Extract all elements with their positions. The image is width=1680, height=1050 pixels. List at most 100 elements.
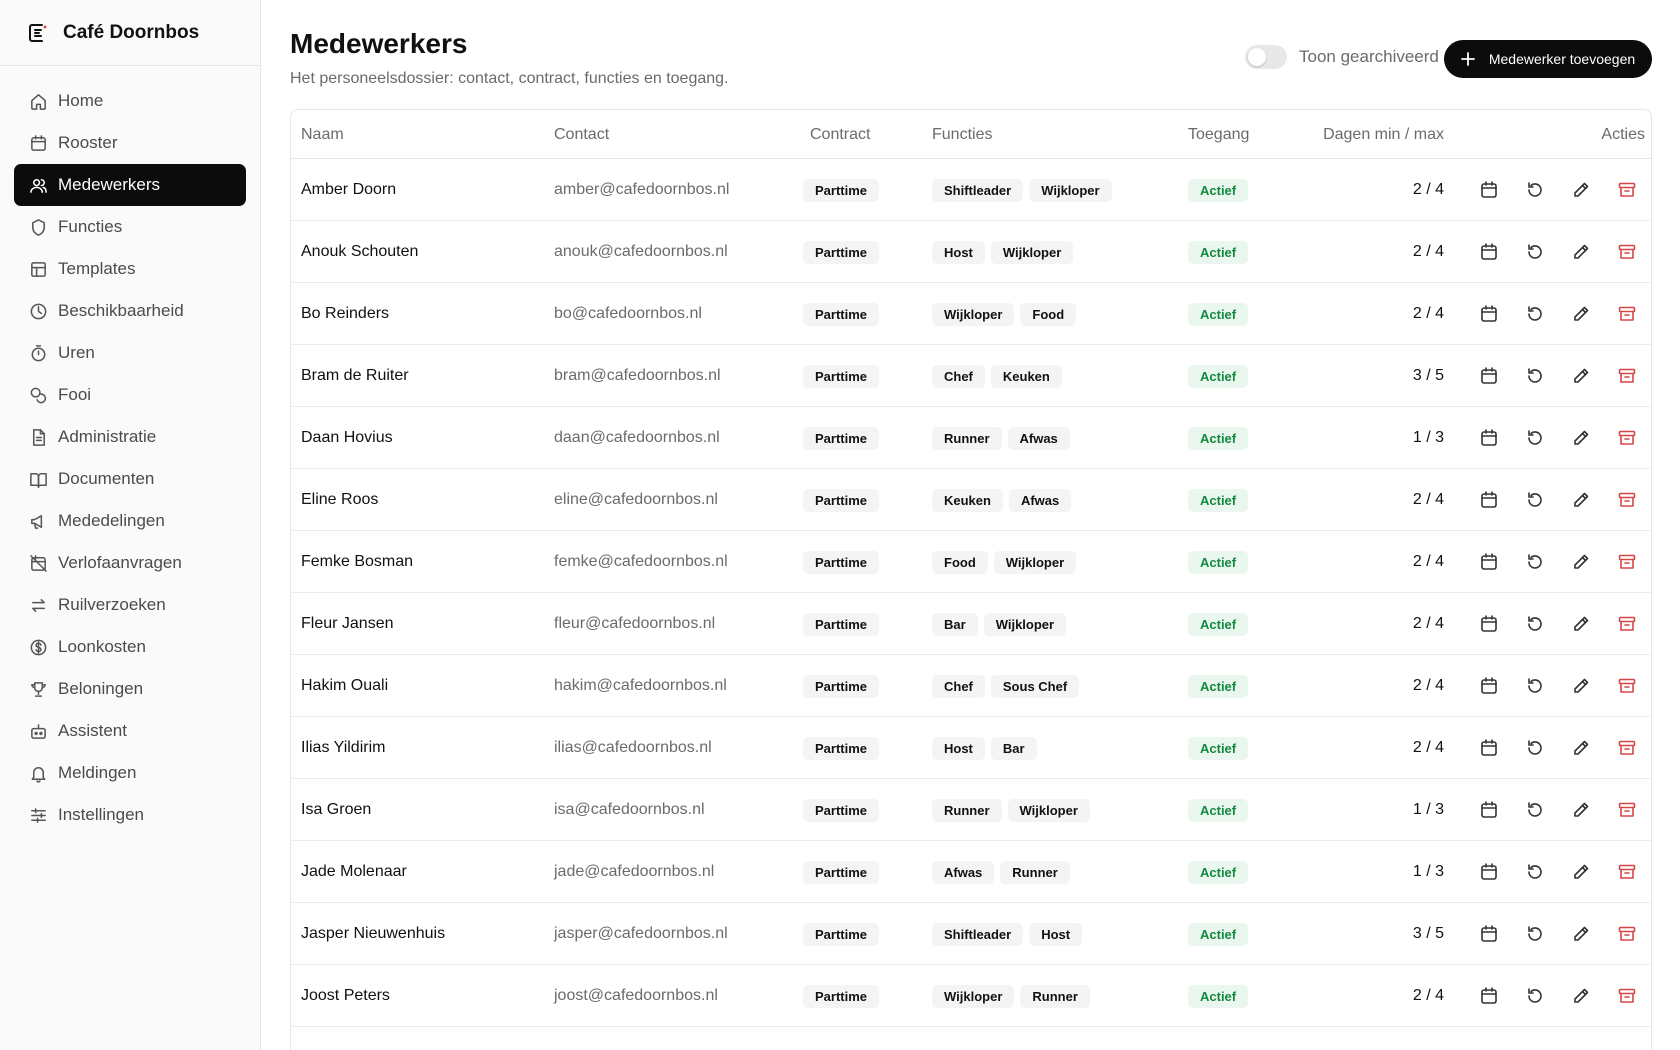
reset-button[interactable]: [1512, 841, 1558, 903]
add-employee-button[interactable]: Medewerker toevoegen: [1444, 40, 1652, 78]
column-header-days[interactable]: Dagen min / max: [1320, 110, 1444, 159]
reset-button[interactable]: [1512, 531, 1558, 593]
table-row[interactable]: Bo Reinders bo@cafedoornbos.nl Parttime Wij…: [291, 283, 1651, 345]
edit-button[interactable]: [1558, 221, 1604, 283]
employee-email[interactable]: daan@cafedoornbos.nl: [554, 407, 720, 469]
edit-button[interactable]: [1558, 407, 1604, 469]
archive-button[interactable]: [1604, 469, 1650, 531]
sidebar-item-documenten[interactable]: Documenten: [14, 458, 246, 500]
availability-button[interactable]: [1466, 469, 1512, 531]
table-row[interactable]: Isa Groen isa@cafedoornbos.nl Parttime Runn…: [291, 779, 1651, 841]
sidebar-item-administratie[interactable]: Administratie: [14, 416, 246, 458]
reset-button[interactable]: [1512, 283, 1558, 345]
employee-email[interactable]: bo@cafedoornbos.nl: [554, 283, 702, 345]
employee-email[interactable]: anouk@cafedoornbos.nl: [554, 221, 728, 283]
reset-button[interactable]: [1512, 655, 1558, 717]
edit-button[interactable]: [1558, 531, 1604, 593]
employee-email[interactable]: bram@cafedoornbos.nl: [554, 345, 721, 407]
reset-button[interactable]: [1512, 779, 1558, 841]
availability-button[interactable]: [1466, 779, 1512, 841]
reset-button[interactable]: [1512, 221, 1558, 283]
edit-button[interactable]: [1558, 469, 1604, 531]
availability-button[interactable]: [1466, 221, 1512, 283]
archive-button[interactable]: [1604, 345, 1650, 407]
sidebar-item-assistent[interactable]: Assistent: [14, 710, 246, 752]
archive-button[interactable]: [1604, 221, 1650, 283]
column-header-name[interactable]: Naam: [301, 110, 344, 159]
table-row[interactable]: Eline Roos eline@cafedoornbos.nl Parttime K…: [291, 469, 1651, 531]
edit-button[interactable]: [1558, 345, 1604, 407]
edit-button[interactable]: [1558, 159, 1604, 221]
availability-button[interactable]: [1466, 531, 1512, 593]
availability-button[interactable]: [1466, 841, 1512, 903]
employee-email[interactable]: amber@cafedoornbos.nl: [554, 159, 729, 221]
table-row[interactable]: Jasper Nieuwenhuis jasper@cafedoornbos.nl…: [291, 903, 1651, 965]
archive-button[interactable]: [1604, 407, 1650, 469]
availability-button[interactable]: [1466, 903, 1512, 965]
availability-button[interactable]: [1466, 159, 1512, 221]
employee-email[interactable]: eline@cafedoornbos.nl: [554, 469, 718, 531]
edit-button[interactable]: [1558, 779, 1604, 841]
sidebar-item-meldingen[interactable]: Meldingen: [14, 752, 246, 794]
sidebar-item-beschikbaarheid[interactable]: Beschikbaarheid: [14, 290, 246, 332]
table-row[interactable]: Hakim Ouali hakim@cafedoornbos.nl Parttime…: [291, 655, 1651, 717]
archive-button[interactable]: [1604, 159, 1650, 221]
reset-button[interactable]: [1512, 159, 1558, 221]
edit-button[interactable]: [1558, 903, 1604, 965]
table-row[interactable]: Bram de Ruiter bram@cafedoornbos.nl Partti…: [291, 345, 1651, 407]
archived-toggle[interactable]: [1245, 45, 1287, 69]
table-row[interactable]: Jade Molenaar jade@cafedoornbos.nl Parttim…: [291, 841, 1651, 903]
table-row[interactable]: Ilias Yildirim ilias@cafedoornbos.nl Partt…: [291, 717, 1651, 779]
reset-button[interactable]: [1512, 717, 1558, 779]
table-row[interactable]: Amber Doorn amber@cafedoornbos.nl Parttime…: [291, 159, 1651, 221]
table-row[interactable]: Fleur Jansen fleur@cafedoornbos.nl Parttim…: [291, 593, 1651, 655]
availability-button[interactable]: [1466, 345, 1512, 407]
column-header-contact[interactable]: Contact: [554, 110, 609, 159]
edit-button[interactable]: [1558, 655, 1604, 717]
sidebar-item-instellingen[interactable]: Instellingen: [14, 794, 246, 836]
availability-button[interactable]: [1466, 283, 1512, 345]
archive-button[interactable]: [1604, 779, 1650, 841]
archive-button[interactable]: [1604, 965, 1650, 1027]
availability-button[interactable]: [1466, 593, 1512, 655]
employee-email[interactable]: hakim@cafedoornbos.nl: [554, 655, 727, 717]
archive-button[interactable]: [1604, 531, 1650, 593]
table-row[interactable]: Anouk Schouten anouk@cafedoornbos.nl Partt…: [291, 221, 1651, 283]
sidebar-item-ruilverzoeken[interactable]: Ruilverzoeken: [14, 584, 246, 626]
column-header-access[interactable]: Toegang: [1188, 110, 1249, 159]
sidebar-item-rooster[interactable]: Rooster: [14, 122, 246, 164]
edit-button[interactable]: [1558, 841, 1604, 903]
archive-button[interactable]: [1604, 841, 1650, 903]
employee-email[interactable]: fleur@cafedoornbos.nl: [554, 593, 715, 655]
availability-button[interactable]: [1466, 407, 1512, 469]
reset-button[interactable]: [1512, 593, 1558, 655]
archive-button[interactable]: [1604, 903, 1650, 965]
table-row[interactable]: Joost Peters joost@cafedoornbos.nl Parttim…: [291, 965, 1651, 1027]
brand[interactable]: Café Doornbos: [0, 0, 260, 66]
edit-button[interactable]: [1558, 717, 1604, 779]
edit-button[interactable]: [1558, 283, 1604, 345]
reset-button[interactable]: [1512, 469, 1558, 531]
sidebar-item-functies[interactable]: Functies: [14, 206, 246, 248]
employee-email[interactable]: joost@cafedoornbos.nl: [554, 965, 718, 1027]
reset-button[interactable]: [1512, 407, 1558, 469]
sidebar-item-uren[interactable]: Uren: [14, 332, 246, 374]
availability-button[interactable]: [1466, 965, 1512, 1027]
employee-email[interactable]: isa@cafedoornbos.nl: [554, 779, 705, 841]
archive-button[interactable]: [1604, 283, 1650, 345]
employee-email[interactable]: jade@cafedoornbos.nl: [554, 841, 714, 903]
edit-button[interactable]: [1558, 965, 1604, 1027]
employee-email[interactable]: femke@cafedoornbos.nl: [554, 531, 728, 593]
sidebar-item-beloningen[interactable]: Beloningen: [14, 668, 246, 710]
archive-button[interactable]: [1604, 655, 1650, 717]
sidebar-item-loonkosten[interactable]: Loonkosten: [14, 626, 246, 668]
availability-button[interactable]: [1466, 717, 1512, 779]
sidebar-item-templates[interactable]: Templates: [14, 248, 246, 290]
sidebar-item-mededelingen[interactable]: Mededelingen: [14, 500, 246, 542]
table-row[interactable]: Daan Hovius daan@cafedoornbos.nl Parttime R…: [291, 407, 1651, 469]
column-header-contract[interactable]: Contract: [810, 110, 870, 159]
table-row[interactable]: Femke Bosman femke@cafedoornbos.nl Parttim…: [291, 531, 1651, 593]
archive-button[interactable]: [1604, 717, 1650, 779]
employee-email[interactable]: jasper@cafedoornbos.nl: [554, 903, 728, 965]
reset-button[interactable]: [1512, 345, 1558, 407]
